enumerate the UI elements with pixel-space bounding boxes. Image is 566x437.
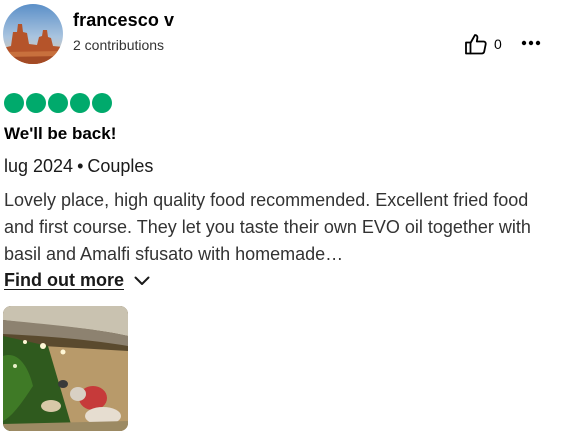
- review-text: Lovely place, high quality food recommen…: [4, 190, 531, 264]
- helpful-vote-button[interactable]: 0: [464, 33, 502, 55]
- avatar[interactable]: [3, 4, 63, 64]
- desert-landscape-avatar-icon: [3, 4, 63, 64]
- rating-bubbles: [4, 93, 112, 113]
- more-dots-icon: [521, 40, 541, 46]
- reviewer-name[interactable]: francesco v: [73, 10, 174, 31]
- review-title: We'll be back!: [4, 124, 117, 143]
- restaurant-terrace-photo-icon: [3, 306, 128, 431]
- rating-bubble-icon: [26, 93, 46, 113]
- meta-separator: •: [77, 156, 84, 176]
- review-card: francesco v 2 contributions 0 We'll be b…: [0, 0, 566, 437]
- review-date: lug 2024: [4, 156, 74, 176]
- chevron-down-icon: [134, 276, 150, 285]
- thumbs-up-icon: [465, 34, 487, 55]
- find-out-more-button[interactable]: Find out more: [4, 270, 150, 291]
- trip-type: Couples: [87, 156, 154, 176]
- more-options-button[interactable]: [520, 33, 542, 53]
- review-meta: lug 2024 • Couples: [4, 156, 153, 177]
- rating-bubble-icon: [70, 93, 90, 113]
- helpful-count: 0: [494, 36, 502, 52]
- rating-bubble-icon: [48, 93, 68, 113]
- contributions-count: 2 contributions: [73, 37, 165, 53]
- find-out-more-label: Find out more: [4, 270, 124, 290]
- review-photo[interactable]: [3, 306, 128, 431]
- rating-bubble-icon: [4, 93, 24, 113]
- rating-bubble-icon: [92, 93, 112, 113]
